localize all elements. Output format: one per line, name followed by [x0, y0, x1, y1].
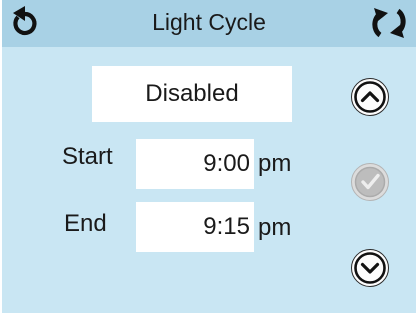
back-arrow-icon — [13, 6, 37, 36]
down-button[interactable] — [350, 248, 390, 288]
status-toggle[interactable]: Disabled — [92, 66, 292, 122]
page-title: Light Cycle — [152, 9, 266, 35]
start-time-field[interactable]: 9:00 — [136, 139, 254, 189]
start-time-value: 9:00 — [203, 150, 250, 177]
checkmark-icon — [351, 163, 389, 201]
chevron-down-icon — [351, 249, 389, 287]
up-button[interactable] — [350, 77, 390, 117]
start-label: Start — [62, 143, 113, 170]
confirm-button[interactable] — [350, 162, 390, 202]
header-bar: Light Cycle — [2, 0, 416, 47]
light-cycle-screen: Light Cycle Disabled Start 9:00 pm End 9… — [2, 0, 416, 313]
end-time-unit: pm — [258, 214, 292, 241]
end-time-field[interactable]: 9:15 — [136, 202, 254, 252]
status-value: Disabled — [145, 80, 239, 107]
end-time-value: 9:15 — [203, 213, 250, 240]
back-button[interactable] — [8, 6, 42, 40]
chevron-up-icon — [351, 78, 389, 116]
cycle-button[interactable] — [366, 5, 412, 41]
end-label: End — [64, 210, 107, 237]
cycle-arrows-icon — [372, 8, 406, 38]
start-time-unit: pm — [258, 150, 292, 177]
